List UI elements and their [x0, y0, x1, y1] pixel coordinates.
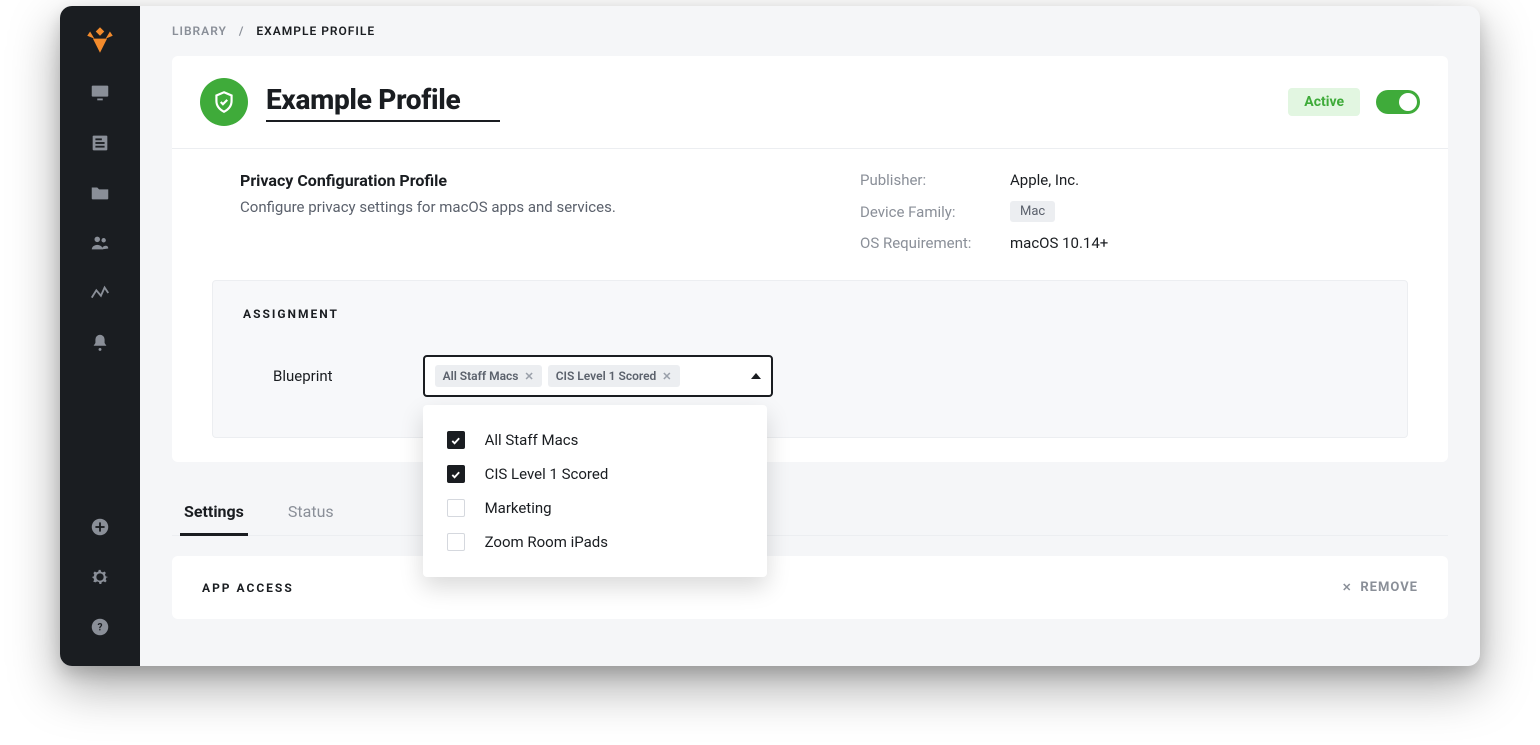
blueprint-chip-label: CIS Level 1 Scored — [556, 369, 657, 383]
sidebar-nav-top — [89, 82, 111, 516]
remove-button-label: REMOVE — [1360, 580, 1418, 595]
os-req-label: OS Requirement: — [860, 234, 1010, 252]
device-family-chip: Mac — [1010, 201, 1055, 222]
app-access-card: APP ACCESS ✕ REMOVE — [172, 556, 1448, 619]
breadcrumb-root[interactable]: LIBRARY — [172, 24, 227, 38]
tabs: Settings Status — [172, 492, 1448, 536]
add-icon[interactable] — [89, 516, 111, 538]
breadcrumb: LIBRARY / EXAMPLE PROFILE — [140, 6, 1480, 56]
blueprint-chip-label: All Staff Macs — [443, 369, 519, 383]
svg-text:?: ? — [97, 623, 102, 634]
app-window: ? LIBRARY / EXAMPLE PROFILE Example Prof… — [60, 6, 1480, 666]
breadcrumb-separator: / — [239, 24, 245, 38]
checkbox-unchecked-icon[interactable] — [447, 499, 465, 517]
bee-icon — [83, 23, 117, 57]
blueprint-dropdown: All Staff Macs CIS Level 1 Scored Mark — [423, 405, 767, 577]
profile-description-text: Configure privacy settings for macOS app… — [240, 198, 800, 216]
tab-status[interactable]: Status — [284, 492, 338, 535]
library-icon[interactable] — [89, 132, 111, 154]
sidebar-nav-bottom: ? — [89, 516, 111, 650]
blueprint-select[interactable]: All Staff Macs ✕ CIS Level 1 Scored ✕ — [423, 355, 773, 397]
blueprint-label: Blueprint — [273, 367, 333, 385]
close-icon: ✕ — [1342, 581, 1352, 594]
chip-remove-icon[interactable]: ✕ — [662, 370, 671, 383]
app-access-heading: APP ACCESS — [202, 581, 294, 595]
app-logo[interactable] — [82, 22, 118, 58]
chip-remove-icon[interactable]: ✕ — [524, 370, 533, 383]
active-toggle[interactable] — [1376, 90, 1420, 114]
activity-icon[interactable] — [89, 282, 111, 304]
profile-meta: Privacy Configuration Profile Configure … — [172, 149, 1448, 280]
remove-button[interactable]: ✕ REMOVE — [1342, 580, 1418, 595]
folder-icon[interactable] — [89, 182, 111, 204]
dropdown-option-label: All Staff Macs — [485, 431, 579, 449]
bell-icon[interactable] — [89, 332, 111, 354]
dropdown-option[interactable]: All Staff Macs — [423, 423, 767, 457]
dropdown-option[interactable]: Zoom Room iPads — [423, 525, 767, 559]
content-area: LIBRARY / EXAMPLE PROFILE Example Profil… — [140, 6, 1480, 666]
page-title[interactable]: Example Profile — [266, 83, 500, 122]
profile-details: Publisher: Apple, Inc. Device Family: Ma… — [860, 171, 1280, 252]
profile-subtitle: Privacy Configuration Profile — [240, 171, 800, 190]
dropdown-option[interactable]: CIS Level 1 Scored — [423, 457, 767, 491]
shield-icon — [200, 78, 248, 126]
assignment-heading: ASSIGNMENT — [243, 307, 1377, 321]
publisher-value: Apple, Inc. — [1010, 171, 1280, 189]
assignment-panel: ASSIGNMENT Blueprint All Staff Macs ✕ CI… — [212, 280, 1408, 438]
header-actions: Active — [1288, 88, 1420, 116]
checkbox-checked-icon[interactable] — [447, 465, 465, 483]
dropdown-option[interactable]: Marketing — [423, 491, 767, 525]
dropdown-option-label: CIS Level 1 Scored — [485, 465, 609, 483]
help-icon[interactable]: ? — [89, 616, 111, 638]
checkbox-checked-icon[interactable] — [447, 431, 465, 449]
gear-icon[interactable] — [89, 566, 111, 588]
users-icon[interactable] — [89, 232, 111, 254]
status-badge: Active — [1288, 88, 1360, 116]
blueprint-chip: All Staff Macs ✕ — [435, 365, 542, 387]
dropdown-option-label: Zoom Room iPads — [485, 533, 608, 551]
tab-settings[interactable]: Settings — [180, 492, 248, 536]
assignment-row: Blueprint All Staff Macs ✕ CIS Level 1 S… — [243, 355, 1377, 397]
dropdown-option-label: Marketing — [485, 499, 552, 517]
device-family-label: Device Family: — [860, 203, 1010, 221]
os-req-value: macOS 10.14+ — [1010, 234, 1280, 252]
caret-up-icon — [751, 373, 761, 379]
publisher-label: Publisher: — [860, 171, 1010, 189]
profile-description: Privacy Configuration Profile Configure … — [240, 171, 800, 252]
breadcrumb-current: EXAMPLE PROFILE — [256, 24, 375, 38]
tabs-area: Settings Status — [172, 492, 1448, 536]
profile-header: Example Profile Active — [172, 56, 1448, 149]
devices-icon[interactable] — [89, 82, 111, 104]
blueprint-chip: CIS Level 1 Scored ✕ — [548, 365, 680, 387]
checkbox-unchecked-icon[interactable] — [447, 533, 465, 551]
sidebar: ? — [60, 6, 140, 666]
profile-card: Example Profile Active Privacy Configura… — [172, 56, 1448, 462]
